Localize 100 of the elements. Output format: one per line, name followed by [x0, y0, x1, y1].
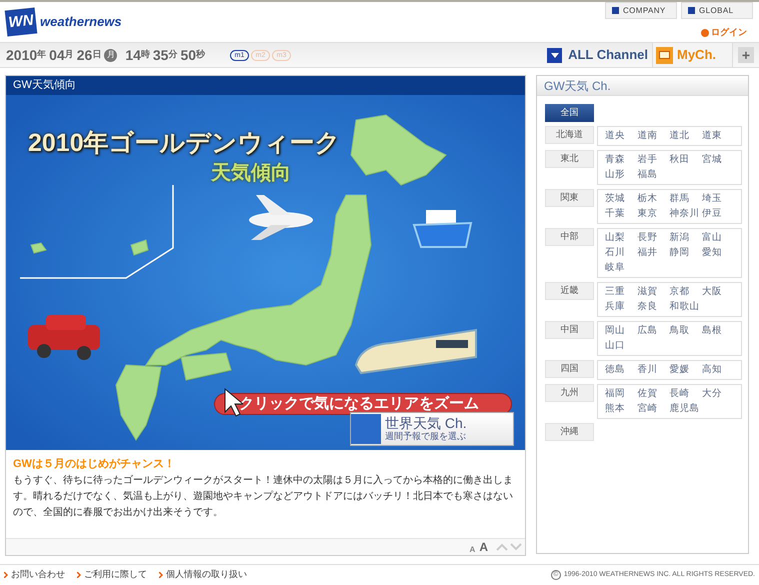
logo-mark: WN: [4, 8, 38, 36]
date-number: 26: [76, 46, 92, 64]
prefecture-link[interactable]: 富山: [702, 231, 734, 245]
prefecture-link[interactable]: 道央: [605, 129, 638, 143]
chevron-icon: [77, 572, 81, 578]
prefecture-link[interactable]: 愛知: [702, 246, 734, 260]
date-unit: 時: [140, 48, 150, 60]
prefecture-link[interactable]: 道北: [670, 129, 702, 143]
dropdown-icon: [547, 48, 562, 62]
prefecture-link[interactable]: 宮崎: [637, 402, 670, 416]
prefecture-link[interactable]: 岩手: [637, 153, 670, 167]
prefecture-link[interactable]: 長野: [637, 231, 670, 245]
region-button[interactable]: 全国: [545, 104, 594, 122]
footer-link[interactable]: お問い合わせ: [4, 568, 65, 582]
prefecture-link[interactable]: 福島: [637, 168, 670, 182]
prefecture-link[interactable]: 岐阜: [605, 261, 638, 275]
prefecture-link[interactable]: 岡山: [605, 324, 638, 338]
region-button[interactable]: 北海道: [545, 126, 594, 144]
date-number: 2010: [6, 46, 38, 64]
play-icon: [701, 28, 709, 37]
prefecture-link[interactable]: 埼玉: [702, 192, 734, 206]
prefecture-link[interactable]: 広島: [637, 324, 670, 338]
map-illustration-drawing[interactable]: [6, 95, 525, 450]
tv-icon: [656, 46, 673, 64]
region-button[interactable]: 近畿: [545, 282, 594, 300]
prefecture-link[interactable]: 長崎: [670, 387, 702, 401]
channel-dropdown[interactable]: ALL Channel: [543, 43, 653, 67]
prefecture-link[interactable]: 東京: [637, 207, 670, 221]
world-map-thumbnail: [351, 414, 381, 444]
prefecture-link[interactable]: 道東: [702, 129, 734, 143]
date-number: 04: [49, 46, 65, 64]
date-unit: 月: [64, 48, 74, 60]
prefecture-link[interactable]: 石川: [605, 246, 638, 260]
prefecture-link[interactable]: 兵庫: [605, 300, 638, 314]
panel-title: GW天気傾向: [6, 76, 525, 95]
login-link[interactable]: ログイン: [701, 26, 747, 40]
prefecture-link[interactable]: 青森: [605, 153, 638, 167]
footer-link[interactable]: ご利用に際して: [77, 568, 147, 582]
prefecture-link[interactable]: 神奈川: [670, 207, 702, 221]
prefecture-link[interactable]: 滋賀: [637, 285, 670, 299]
prefecture-link[interactable]: 鹿児島: [670, 402, 702, 416]
world-weather-link[interactable]: 世界天気 Ch. 週間予報で服を選ぶ: [350, 412, 514, 446]
square-icon: [688, 7, 695, 14]
prefecture-link[interactable]: 熊本: [605, 402, 638, 416]
prefecture-link[interactable]: 大分: [702, 387, 734, 401]
square-icon: [612, 7, 619, 14]
prefecture-link[interactable]: 茨城: [605, 192, 638, 206]
region-button[interactable]: 東北: [545, 150, 594, 168]
prefecture-link[interactable]: 高知: [702, 363, 734, 377]
prefecture-link[interactable]: 島根: [702, 324, 734, 338]
weekday-badge: 月: [104, 48, 118, 62]
chevron-icon: [159, 572, 163, 578]
prefecture-link[interactable]: 福井: [637, 246, 670, 260]
prefecture-link[interactable]: 和歌山: [670, 300, 702, 314]
prefecture-link[interactable]: 道南: [637, 129, 670, 143]
nav-link[interactable]: COMPANY: [605, 2, 677, 19]
world-subtitle: 週間予報で服を選ぶ: [385, 431, 467, 442]
prefecture-link[interactable]: 山梨: [605, 231, 638, 245]
footer-link[interactable]: 個人情報の取り扱い: [159, 568, 247, 582]
prefecture-link[interactable]: 徳島: [605, 363, 638, 377]
prefecture-link[interactable]: 群馬: [670, 192, 702, 206]
region-button[interactable]: 沖縄: [545, 423, 594, 441]
prefecture-link[interactable]: 山形: [605, 168, 638, 182]
region-button[interactable]: 中部: [545, 228, 594, 246]
region-button[interactable]: 九州: [545, 384, 594, 402]
prefecture-link[interactable]: 秋田: [670, 153, 702, 167]
region-button[interactable]: 四国: [545, 360, 594, 378]
prefecture-link[interactable]: 佐賀: [637, 387, 670, 401]
prefecture-link[interactable]: 山口: [605, 339, 638, 353]
region-button[interactable]: 中国: [545, 321, 594, 339]
prefecture-link[interactable]: 福岡: [605, 387, 638, 401]
prefecture-link[interactable]: 香川: [637, 363, 670, 377]
prefecture-link[interactable]: 新潟: [670, 231, 702, 245]
date-unit: 年: [37, 48, 46, 62]
prefecture-link[interactable]: 鳥取: [670, 324, 702, 338]
date-number: 35: [152, 46, 168, 64]
prefecture-link[interactable]: 伊豆: [702, 207, 734, 221]
logo-text: weathernews: [40, 13, 122, 32]
region-button[interactable]: 関東: [545, 189, 594, 207]
add-button[interactable]: +: [738, 47, 754, 63]
prefecture-link[interactable]: 栃木: [637, 192, 670, 206]
date-unit: 分: [168, 48, 178, 62]
prefecture-link[interactable]: 千葉: [605, 207, 638, 221]
date-number: 14: [125, 46, 141, 64]
font-size-large-button[interactable]: A: [479, 538, 488, 556]
map-title: 2010年ゴールデンウィーク: [28, 131, 341, 156]
prefecture-link[interactable]: 静岡: [670, 246, 702, 260]
date-number: 50: [180, 46, 196, 64]
scroll-up-icon[interactable]: [496, 543, 508, 551]
prefecture-link[interactable]: 宮城: [702, 153, 734, 167]
prefecture-link[interactable]: 奈良: [637, 300, 670, 314]
prefecture-link[interactable]: 三重: [605, 285, 638, 299]
nav-link[interactable]: GLOBAL: [681, 2, 753, 19]
font-size-small-button[interactable]: A: [470, 544, 476, 556]
prefecture-link[interactable]: 大阪: [702, 285, 734, 299]
article-body: もうすぐ、待ちに待ったゴールデンウィークがスタート！連休中の太陽は５月に入ってから本格的に働き出します。晴れるだけでなく、気温も上がり、遊園地やキャンプなどアウトドアにはバッチリ！北日本でも寒さはないので、全国的に春服でお出かけ出来そうです。: [13, 474, 514, 520]
prefecture-link[interactable]: 愛媛: [670, 363, 702, 377]
prefecture-link[interactable]: 京都: [670, 285, 702, 299]
scroll-down-icon[interactable]: [510, 543, 522, 551]
map-subtitle: 天気傾向: [211, 163, 291, 183]
